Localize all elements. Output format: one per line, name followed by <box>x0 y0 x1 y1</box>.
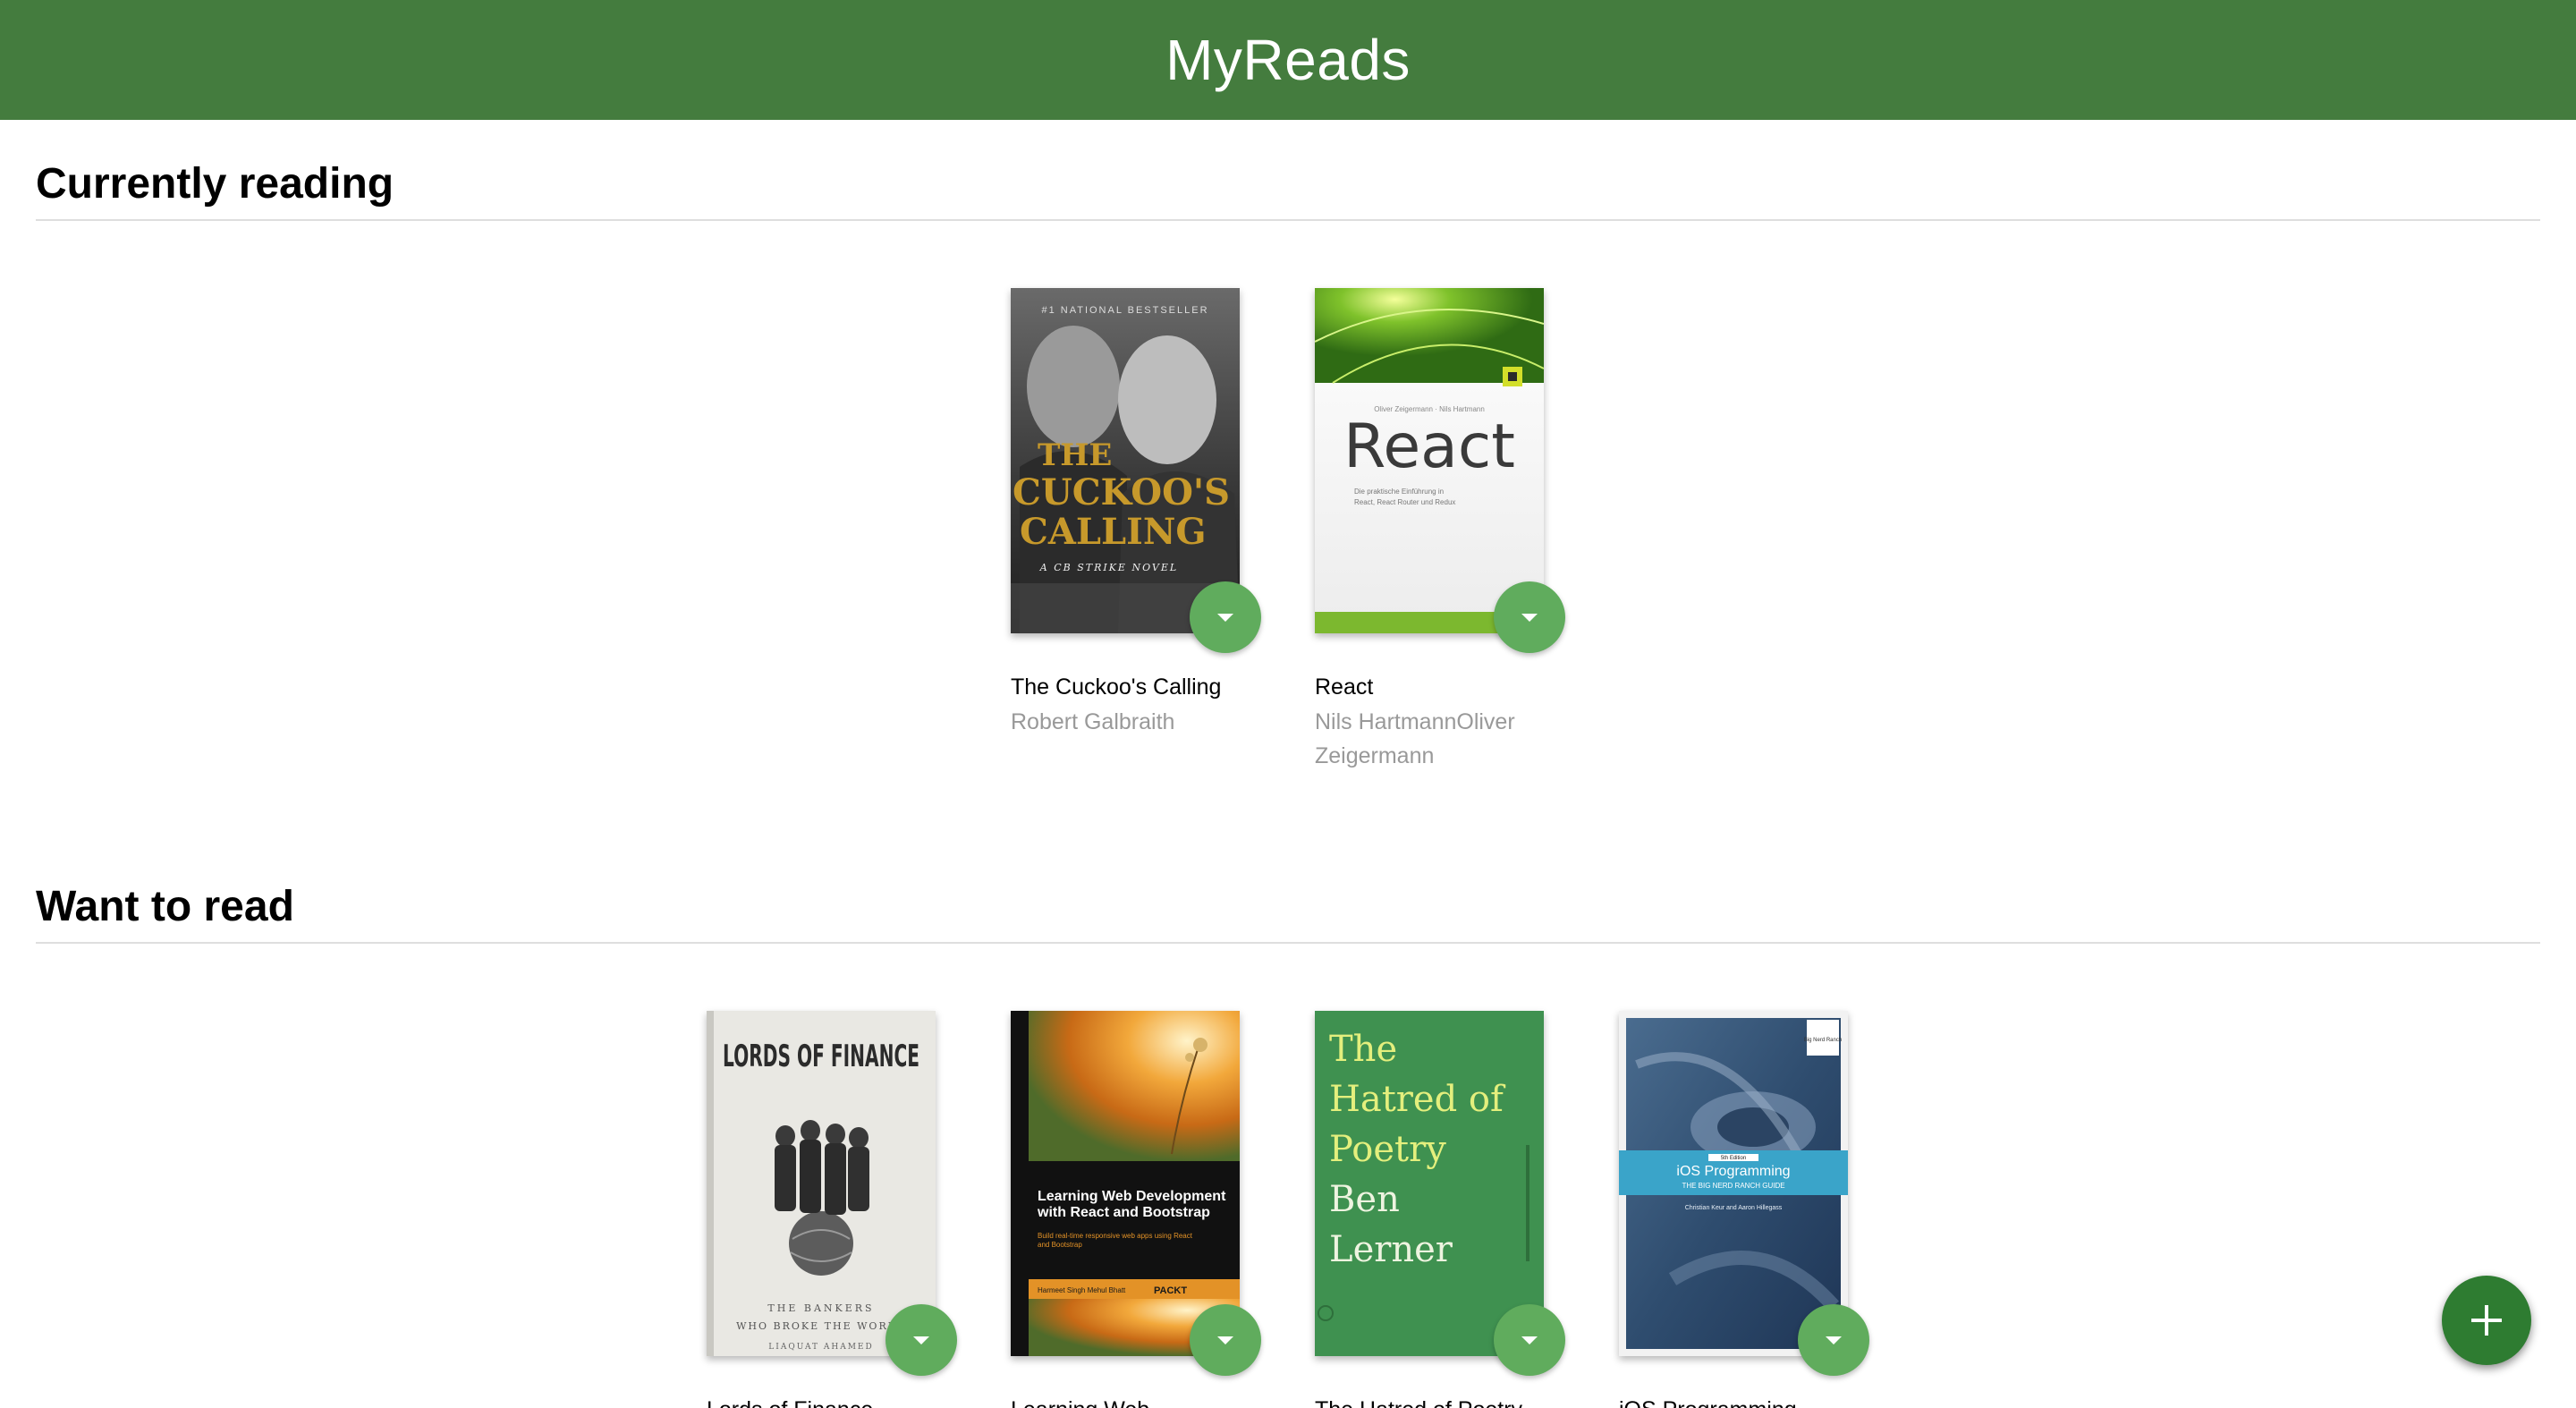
shelf-divider <box>36 942 2540 944</box>
cover-edition: 5th Edition <box>1721 1156 1746 1161</box>
caret-down-icon <box>1217 613 1233 622</box>
book-cover[interactable]: The Hatred of Poetry Ben Lerner <box>1315 1011 1544 1356</box>
book-cover[interactable]: Learning Web Development with React and … <box>1011 1011 1240 1356</box>
book-cover[interactable]: LORDS OF FINANCE THE BANKERS WHO BROKE T… <box>707 1011 936 1356</box>
book-authors: Nils HartmannOliver Zeigermann <box>1315 709 1515 768</box>
shelf-changer-button[interactable] <box>1494 1304 1565 1376</box>
cover-author-line: Lerner <box>1329 1229 1453 1270</box>
cover-badge-text: #1 NATIONAL BESTSELLER <box>1041 305 1208 316</box>
shelf-changer-button[interactable] <box>1190 1304 1261 1376</box>
book-cover[interactable]: #1 NATIONAL BESTSELLER THE CUCKOO'S CALL… <box>1011 288 1240 633</box>
caret-down-icon <box>1217 1336 1233 1344</box>
shelf-changer-button[interactable] <box>1190 581 1261 653</box>
cover-subtitle: WHO BROKE THE WORLD <box>736 1320 906 1332</box>
cover-title-line: The <box>1329 1029 1397 1070</box>
book-cover[interactable]: Oliver Zeigermann · Nils Hartmann React … <box>1315 288 1544 633</box>
cover-subtitle: THE BIG NERD RANCH GUIDE <box>1682 1182 1784 1190</box>
cover-title-line: Poetry <box>1329 1129 1446 1170</box>
book-title: The Cuckoo's Calling <box>1011 674 1222 700</box>
publisher-logo: Big Nerd Ranch <box>1804 1038 1842 1043</box>
cover-title-line: Hatred of <box>1329 1079 1506 1120</box>
shelf-changer-button[interactable] <box>1494 581 1565 653</box>
cover-author: LIAQUAT AHAMED <box>768 1343 873 1352</box>
cover-title-line: THE <box>1038 437 1112 473</box>
add-book-button[interactable] <box>2442 1276 2531 1365</box>
app-title: MyReads <box>1165 28 1411 92</box>
caret-down-icon <box>1826 1336 1842 1344</box>
book-title: The Hatred of Poetry <box>1315 1394 1583 1408</box>
cover-authors: Harmeet Singh Mehul Bhatt <box>1038 1286 1126 1294</box>
cover-title: iOS Programming <box>1676 1164 1790 1179</box>
app-header: MyReads <box>0 0 2576 120</box>
cover-subtitle: THE BANKERS <box>767 1302 874 1314</box>
shelf-title-want-to-read: Want to read <box>36 883 294 930</box>
cover-subtitle: Die praktische Einführung in <box>1354 488 1444 496</box>
cover-subtitle: React, React Router und Redux <box>1354 498 1455 506</box>
book-title: Lords of Finance <box>707 1394 975 1408</box>
cover-title: LORDS OF FINANCE <box>723 1039 919 1074</box>
cover-authors: Christian Keur and Aaron Hillegass <box>1685 1205 1783 1211</box>
shelf-divider <box>36 219 2540 221</box>
shelf-changer-button[interactable] <box>1798 1304 1869 1376</box>
book-title: React <box>1315 674 1374 700</box>
cover-author-line: Ben <box>1329 1179 1400 1220</box>
cover-subtitle: A CB STRIKE NOVEL <box>1039 562 1178 573</box>
cover-title: with React and Bootstrap <box>1037 1205 1210 1220</box>
cover-title-line: CALLING <box>1020 511 1207 553</box>
caret-down-icon <box>1521 613 1538 622</box>
app-root: MyReads Currently reading #1 NATIONAL BE… <box>0 0 2576 1408</box>
cover-publisher: PACKT <box>1154 1285 1187 1296</box>
caret-down-icon <box>913 1336 929 1344</box>
book-authors: Robert Galbraith <box>1011 709 1175 734</box>
book-title: iOS Programming <box>1619 1394 1887 1408</box>
book-title: Learning Web <box>1011 1394 1279 1408</box>
cover-title-line: CUCKOO'S <box>1013 471 1230 513</box>
book-cover[interactable]: Big Nerd Ranch 5th Edition iOS Programmi… <box>1619 1011 1848 1356</box>
shelf-title-currently-reading: Currently reading <box>36 160 394 208</box>
shelf-changer-button[interactable] <box>886 1304 957 1376</box>
cover-title: React <box>1343 411 1515 482</box>
plus-icon <box>2471 1305 2502 1336</box>
caret-down-icon <box>1521 1336 1538 1344</box>
cover-title: Learning Web Development <box>1038 1189 1226 1204</box>
cover-subtitle: and Bootstrap <box>1038 1241 1082 1249</box>
cover-subtitle: Build real-time responsive web apps usin… <box>1038 1232 1193 1240</box>
